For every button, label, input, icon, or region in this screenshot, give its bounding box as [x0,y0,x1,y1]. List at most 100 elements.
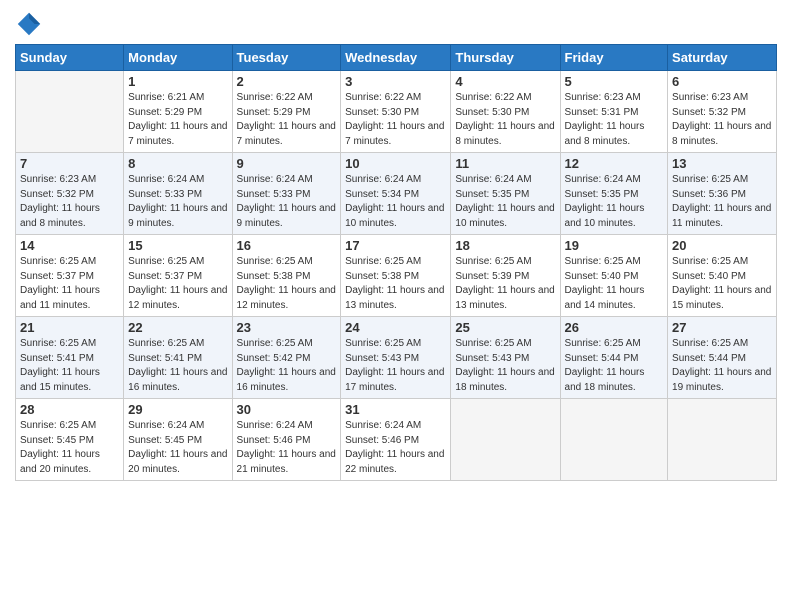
calendar-week-row: 1 Sunrise: 6:21 AMSunset: 5:29 PMDaylight… [16,71,777,153]
calendar-cell: 22 Sunrise: 6:25 AMSunset: 5:41 PMDayligh… [124,317,232,399]
calendar-cell: 5 Sunrise: 6:23 AMSunset: 5:31 PMDaylight… [560,71,668,153]
day-info: Sunrise: 6:25 AMSunset: 5:38 PMDaylight:… [237,255,337,313]
calendar-cell: 31Sunrise: 6:24 AMSunset: 5:46 PMDayligh… [341,399,451,481]
day-info: Sunrise: 6:25 AMSunset: 5:44 PMDaylight:… [672,337,772,395]
day-info: Sunrise: 6:25 AMSunset: 5:45 PMDaylight:… [20,419,119,477]
day-info: Sunrise: 6:23 AMSunset: 5:32 PMDaylight:… [20,173,119,231]
day-number: 23 [237,320,337,335]
day-number: 8 [128,156,227,171]
calendar-cell: 27 Sunrise: 6:25 AMSunset: 5:44 PMDayligh… [668,317,777,399]
calendar-week-row: 28 Sunrise: 6:25 AMSunset: 5:45 PMDayligh… [16,399,777,481]
weekday-header-saturday: Saturday [668,45,777,71]
day-number: 22 [128,320,227,335]
day-info: Sunrise: 6:23 AMSunset: 5:32 PMDaylight:… [672,91,772,149]
day-number: 15 [128,238,227,253]
day-info: Sunrise: 6:24 AMSunset: 5:46 PMDaylight:… [237,419,337,477]
day-number: 20 [672,238,772,253]
calendar-cell: 28 Sunrise: 6:25 AMSunset: 5:45 PMDayligh… [16,399,124,481]
calendar-cell: 15Sunrise: 6:25 AMSunset: 5:37 PMDayligh… [124,235,232,317]
calendar-cell: 24Sunrise: 6:25 AMSunset: 5:43 PMDayligh… [341,317,451,399]
logo-icon [15,10,43,38]
calendar-cell: 23 Sunrise: 6:25 AMSunset: 5:42 PMDayligh… [232,317,341,399]
calendar-cell: 10Sunrise: 6:24 AMSunset: 5:34 PMDayligh… [341,153,451,235]
weekday-header-friday: Friday [560,45,668,71]
calendar-cell: 6 Sunrise: 6:23 AMSunset: 5:32 PMDaylight… [668,71,777,153]
day-number: 1 [128,74,227,89]
day-number: 12 [565,156,664,171]
calendar-cell: 4 Sunrise: 6:22 AMSunset: 5:30 PMDaylight… [451,71,560,153]
day-number: 26 [565,320,664,335]
calendar-week-row: 7Sunrise: 6:23 AMSunset: 5:32 PMDaylight… [16,153,777,235]
day-info: Sunrise: 6:25 AMSunset: 5:39 PMDaylight:… [455,255,555,313]
day-number: 2 [237,74,337,89]
calendar-cell: 7Sunrise: 6:23 AMSunset: 5:32 PMDaylight… [16,153,124,235]
weekday-header-tuesday: Tuesday [232,45,341,71]
calendar-cell: 26Sunrise: 6:25 AMSunset: 5:44 PMDayligh… [560,317,668,399]
day-info: Sunrise: 6:24 AMSunset: 5:45 PMDaylight:… [128,419,227,477]
day-number: 18 [455,238,555,253]
page-header [15,10,777,38]
day-number: 6 [672,74,772,89]
calendar-cell: 8 Sunrise: 6:24 AMSunset: 5:33 PMDaylight… [124,153,232,235]
day-number: 13 [672,156,772,171]
calendar-cell [560,399,668,481]
calendar-cell: 12 Sunrise: 6:24 AMSunset: 5:35 PMDayligh… [560,153,668,235]
day-number: 28 [20,402,119,417]
day-number: 4 [455,74,555,89]
day-number: 17 [345,238,446,253]
day-number: 24 [345,320,446,335]
calendar-cell [16,71,124,153]
day-number: 10 [345,156,446,171]
calendar-cell: 29 Sunrise: 6:24 AMSunset: 5:45 PMDayligh… [124,399,232,481]
day-info: Sunrise: 6:22 AMSunset: 5:29 PMDaylight:… [237,91,337,149]
day-number: 3 [345,74,446,89]
day-number: 9 [237,156,337,171]
day-number: 14 [20,238,119,253]
weekday-header-thursday: Thursday [451,45,560,71]
calendar-cell [451,399,560,481]
day-number: 30 [237,402,337,417]
day-number: 5 [565,74,664,89]
calendar-cell: 17 Sunrise: 6:25 AMSunset: 5:38 PMDayligh… [341,235,451,317]
day-info: Sunrise: 6:25 AMSunset: 5:41 PMDaylight:… [20,337,119,395]
day-info: Sunrise: 6:22 AMSunset: 5:30 PMDaylight:… [455,91,555,149]
day-info: Sunrise: 6:24 AMSunset: 5:33 PMDaylight:… [128,173,227,231]
calendar-week-row: 14 Sunrise: 6:25 AMSunset: 5:37 PMDayligh… [16,235,777,317]
calendar-cell [668,399,777,481]
day-info: Sunrise: 6:24 AMSunset: 5:35 PMDaylight:… [565,173,664,231]
day-info: Sunrise: 6:25 AMSunset: 5:41 PMDaylight:… [128,337,227,395]
day-info: Sunrise: 6:24 AMSunset: 5:33 PMDaylight:… [237,173,337,231]
weekday-header-monday: Monday [124,45,232,71]
day-info: Sunrise: 6:24 AMSunset: 5:46 PMDaylight:… [345,419,446,477]
calendar-cell: 9 Sunrise: 6:24 AMSunset: 5:33 PMDaylight… [232,153,341,235]
calendar-cell: 11 Sunrise: 6:24 AMSunset: 5:35 PMDayligh… [451,153,560,235]
day-info: Sunrise: 6:25 AMSunset: 5:36 PMDaylight:… [672,173,772,231]
day-number: 19 [565,238,664,253]
calendar-cell: 18 Sunrise: 6:25 AMSunset: 5:39 PMDayligh… [451,235,560,317]
day-number: 16 [237,238,337,253]
calendar-cell: 13 Sunrise: 6:25 AMSunset: 5:36 PMDayligh… [668,153,777,235]
calendar-cell: 25Sunrise: 6:25 AMSunset: 5:43 PMDayligh… [451,317,560,399]
calendar-cell: 21Sunrise: 6:25 AMSunset: 5:41 PMDayligh… [16,317,124,399]
day-info: Sunrise: 6:25 AMSunset: 5:43 PMDaylight:… [455,337,555,395]
day-number: 29 [128,402,227,417]
day-info: Sunrise: 6:23 AMSunset: 5:31 PMDaylight:… [565,91,664,149]
calendar-week-row: 21Sunrise: 6:25 AMSunset: 5:41 PMDayligh… [16,317,777,399]
day-info: Sunrise: 6:22 AMSunset: 5:30 PMDaylight:… [345,91,446,149]
day-info: Sunrise: 6:25 AMSunset: 5:38 PMDaylight:… [345,255,446,313]
day-info: Sunrise: 6:25 AMSunset: 5:42 PMDaylight:… [237,337,337,395]
weekday-header-wednesday: Wednesday [341,45,451,71]
logo [15,10,47,38]
day-number: 11 [455,156,555,171]
calendar-cell: 1 Sunrise: 6:21 AMSunset: 5:29 PMDaylight… [124,71,232,153]
day-info: Sunrise: 6:24 AMSunset: 5:35 PMDaylight:… [455,173,555,231]
calendar-cell: 14 Sunrise: 6:25 AMSunset: 5:37 PMDayligh… [16,235,124,317]
day-info: Sunrise: 6:21 AMSunset: 5:29 PMDaylight:… [128,91,227,149]
weekday-header-sunday: Sunday [16,45,124,71]
day-number: 27 [672,320,772,335]
calendar-cell: 3 Sunrise: 6:22 AMSunset: 5:30 PMDaylight… [341,71,451,153]
day-info: Sunrise: 6:25 AMSunset: 5:40 PMDaylight:… [565,255,664,313]
calendar-cell: 19 Sunrise: 6:25 AMSunset: 5:40 PMDayligh… [560,235,668,317]
day-info: Sunrise: 6:25 AMSunset: 5:37 PMDaylight:… [20,255,119,313]
calendar-cell: 20Sunrise: 6:25 AMSunset: 5:40 PMDayligh… [668,235,777,317]
